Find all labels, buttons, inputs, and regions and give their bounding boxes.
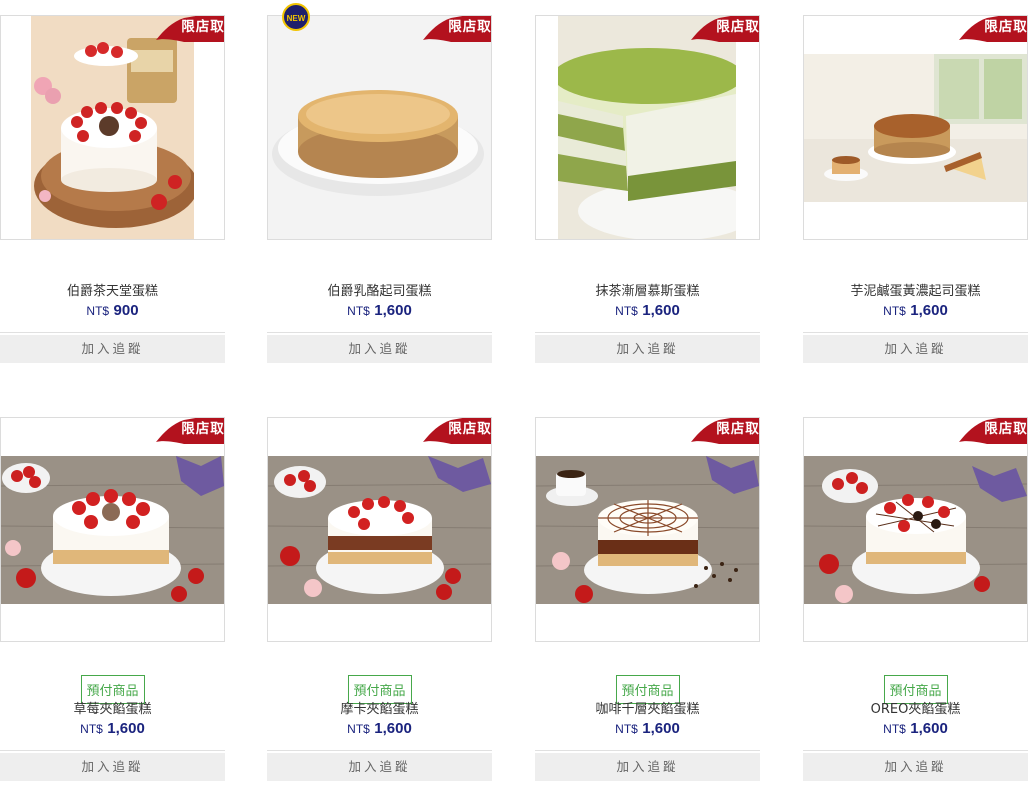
product-name[interactable]: 摩卡夾餡蛋糕 bbox=[267, 698, 492, 717]
add-to-watchlist-button[interactable]: 加入追蹤 bbox=[267, 753, 492, 781]
currency-label: NT$ bbox=[883, 304, 906, 318]
earl-grey-strawberry-cake-icon[interactable] bbox=[31, 16, 194, 239]
product-image-frame[interactable]: 限店取 bbox=[0, 417, 225, 642]
divider bbox=[0, 332, 225, 333]
product-image-frame[interactable]: 限店取 bbox=[803, 417, 1028, 642]
store-pickup-label: 限店取 bbox=[984, 19, 1028, 35]
oreo-cake-icon[interactable] bbox=[804, 456, 1027, 604]
store-pickup-tag: 限店取 bbox=[154, 418, 225, 448]
product-price: NT$ 1,600 bbox=[535, 720, 760, 738]
product-image-frame[interactable]: 限店取 bbox=[0, 15, 225, 240]
divider bbox=[535, 332, 760, 333]
product-price: NT$ 1,600 bbox=[803, 720, 1028, 738]
product-image-frame[interactable]: 限店取 bbox=[803, 15, 1028, 240]
price-value: 900 bbox=[113, 302, 139, 319]
store-pickup-tag: 限店取 bbox=[421, 16, 492, 46]
add-to-watchlist-button[interactable]: 加入追蹤 bbox=[803, 753, 1028, 781]
currency-label: NT$ bbox=[615, 722, 638, 736]
matcha-mousse-icon[interactable] bbox=[558, 16, 736, 239]
store-pickup-tag: 限店取 bbox=[689, 16, 760, 46]
store-pickup-tag: 限店取 bbox=[421, 418, 492, 448]
divider bbox=[267, 332, 492, 333]
add-to-watchlist-button[interactable]: 加入追蹤 bbox=[0, 335, 225, 363]
price-value: 1,600 bbox=[107, 720, 145, 737]
add-to-watchlist-button[interactable]: 加入追蹤 bbox=[803, 335, 1028, 363]
divider bbox=[803, 750, 1028, 751]
taro-cheesecake-icon[interactable] bbox=[804, 54, 1027, 202]
product-image-frame[interactable]: 限店取 bbox=[267, 15, 492, 240]
add-to-watchlist-button[interactable]: 加入追蹤 bbox=[535, 335, 760, 363]
product-price: NT$ 1,600 bbox=[267, 302, 492, 320]
currency-label: NT$ bbox=[347, 722, 370, 736]
coffee-cake-icon[interactable] bbox=[536, 456, 759, 604]
store-pickup-label: 限店取 bbox=[181, 421, 225, 437]
add-to-watchlist-button[interactable]: 加入追蹤 bbox=[535, 753, 760, 781]
product-price: NT$ 1,600 bbox=[803, 302, 1028, 320]
store-pickup-label: 限店取 bbox=[448, 421, 492, 437]
store-pickup-tag: 限店取 bbox=[154, 16, 225, 46]
store-pickup-tag: 限店取 bbox=[957, 418, 1028, 448]
mocha-cake-icon[interactable] bbox=[268, 456, 491, 604]
product-name[interactable]: 芋泥鹹蛋黃濃起司蛋糕 bbox=[803, 280, 1028, 299]
divider bbox=[0, 750, 225, 751]
product-image-frame[interactable]: 限店取 bbox=[267, 417, 492, 642]
price-value: 1,600 bbox=[642, 302, 680, 319]
product-name[interactable]: OREO夾餡蛋糕 bbox=[803, 698, 1028, 717]
product-image-frame[interactable]: 限店取 bbox=[535, 417, 760, 642]
currency-label: NT$ bbox=[883, 722, 906, 736]
product-image-frame[interactable]: 限店取 bbox=[535, 15, 760, 240]
price-value: 1,600 bbox=[374, 302, 412, 319]
product-price: NT$ 1,600 bbox=[0, 720, 225, 738]
add-to-watchlist-button[interactable]: 加入追蹤 bbox=[0, 753, 225, 781]
store-pickup-label: 限店取 bbox=[984, 421, 1028, 437]
product-name[interactable]: 伯爵茶天堂蛋糕 bbox=[0, 280, 225, 299]
price-value: 1,600 bbox=[910, 302, 948, 319]
price-value: 1,600 bbox=[642, 720, 680, 737]
product-name[interactable]: 草莓夾餡蛋糕 bbox=[0, 698, 225, 717]
price-value: 1,600 bbox=[374, 720, 412, 737]
divider bbox=[803, 332, 1028, 333]
currency-label: NT$ bbox=[615, 304, 638, 318]
store-pickup-label: 限店取 bbox=[181, 19, 225, 35]
divider bbox=[535, 750, 760, 751]
product-name[interactable]: 伯爵乳酪起司蛋糕 bbox=[267, 280, 492, 299]
product-name[interactable]: 抹茶漸層慕斯蛋糕 bbox=[535, 280, 760, 299]
price-value: 1,600 bbox=[910, 720, 948, 737]
currency-label: NT$ bbox=[86, 304, 110, 318]
cheesecake-icon[interactable] bbox=[268, 16, 491, 239]
store-pickup-tag: 限店取 bbox=[689, 418, 760, 448]
store-pickup-label: 限店取 bbox=[448, 19, 492, 35]
store-pickup-label: 限店取 bbox=[716, 421, 760, 437]
currency-label: NT$ bbox=[347, 304, 370, 318]
product-price: NT$ 900 bbox=[0, 302, 225, 320]
new-badge: NEW bbox=[282, 3, 310, 31]
strawberry-cake-icon[interactable] bbox=[1, 456, 224, 604]
product-price: NT$ 1,600 bbox=[535, 302, 760, 320]
store-pickup-tag: 限店取 bbox=[957, 16, 1028, 46]
currency-label: NT$ bbox=[80, 722, 103, 736]
product-name[interactable]: 咖啡千層夾餡蛋糕 bbox=[535, 698, 760, 717]
store-pickup-label: 限店取 bbox=[716, 19, 760, 35]
add-to-watchlist-button[interactable]: 加入追蹤 bbox=[267, 335, 492, 363]
product-price: NT$ 1,600 bbox=[267, 720, 492, 738]
divider bbox=[267, 750, 492, 751]
